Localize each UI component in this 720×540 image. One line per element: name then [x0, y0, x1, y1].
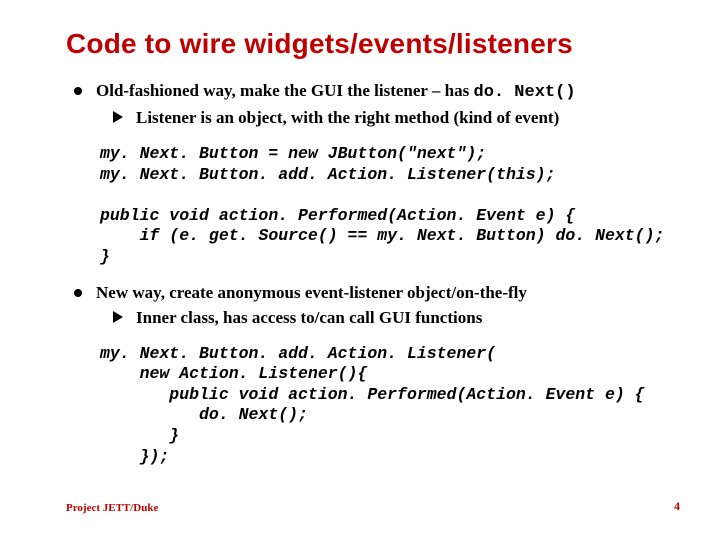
- bullet-1-sub: Listener is an object, with the right me…: [112, 107, 668, 130]
- code-block-1: my. Next. Button = new JButton("next"); …: [100, 144, 668, 268]
- bullet-2-text: New way, create anonymous event-listener…: [96, 282, 527, 305]
- disc-icon: [74, 289, 82, 297]
- bullet-1-code: do. Next(): [474, 83, 576, 102]
- page-number: 4: [674, 499, 680, 514]
- footer-project: Project JETT/Duke: [66, 502, 158, 514]
- disc-icon: [74, 87, 82, 95]
- bullet-1-text: Old-fashioned way, make the GUI the list…: [96, 80, 576, 105]
- bullet-2-sub: Inner class, has access to/can call GUI …: [112, 307, 668, 330]
- code-block-2: my. Next. Button. add. Action. Listener(…: [100, 344, 668, 468]
- triangle-icon: [113, 111, 123, 123]
- triangle-icon: [113, 311, 123, 323]
- bullet-1-sub-text: Listener is an object, with the right me…: [136, 107, 559, 130]
- bullet-1: Old-fashioned way, make the GUI the list…: [74, 80, 668, 105]
- slide-title: Code to wire widgets/events/listeners: [66, 28, 668, 60]
- bullet-2-sub-text: Inner class, has access to/can call GUI …: [136, 307, 482, 330]
- bullet-2: New way, create anonymous event-listener…: [74, 282, 668, 305]
- bullet-1-prefix: Old-fashioned way, make the GUI the list…: [96, 81, 474, 100]
